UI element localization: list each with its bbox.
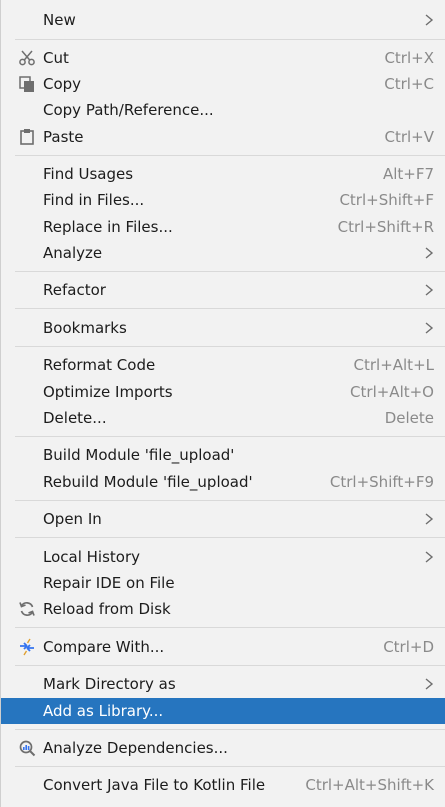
menu-separator [15, 308, 445, 309]
menu-item-label: Cut [43, 49, 69, 67]
chevron-right-icon [425, 284, 434, 296]
menu-item-build-module[interactable]: Build Module 'file_upload' [1, 442, 445, 468]
menu-item-label: Local History [43, 548, 141, 566]
menu-item-label: Open In [43, 510, 102, 528]
menu-item-mark-directory-as[interactable]: Mark Directory as [1, 671, 445, 697]
menu-item-label: Compare With... [43, 638, 165, 656]
menu-item-label: Add as Library... [43, 702, 164, 720]
menu-separator [15, 537, 445, 538]
menu-separator [15, 436, 445, 437]
menu-item-paste[interactable]: Paste Ctrl+V [1, 124, 445, 150]
menu-item-compare-with[interactable]: Compare With... Ctrl+D [1, 634, 445, 660]
menu-item-label: Copy [43, 75, 82, 93]
menu-item-shortcut: Ctrl+Shift+F [339, 191, 434, 209]
copy-icon [17, 74, 37, 94]
menu-item-label: Convert Java File to Kotlin File [43, 776, 266, 794]
menu-item-add-as-library[interactable]: Add as Library... [1, 698, 445, 724]
menu-separator [15, 500, 445, 501]
analyze-dependencies-icon [17, 738, 37, 758]
menu-separator [15, 39, 445, 40]
menu-separator [15, 346, 445, 347]
menu-item-label: Mark Directory as [43, 675, 176, 693]
chevron-right-icon [425, 551, 434, 563]
scissors-icon [17, 48, 37, 68]
menu-item-label: Copy Path/Reference... [43, 101, 214, 119]
menu-separator [15, 271, 445, 272]
menu-item-open-in[interactable]: Open In [1, 506, 445, 532]
menu-item-label: Bookmarks [43, 319, 127, 337]
menu-item-cut[interactable]: Cut Ctrl+X [1, 45, 445, 71]
menu-item-label: Refactor [43, 281, 106, 299]
menu-item-reload-from-disk[interactable]: Reload from Disk [1, 596, 445, 622]
paste-icon [17, 127, 37, 147]
menu-item-label: Analyze [43, 244, 103, 262]
menu-item-find-usages[interactable]: Find Usages Alt+F7 [1, 161, 445, 187]
menu-item-shortcut: Ctrl+C [384, 75, 434, 93]
compare-icon [17, 637, 37, 657]
menu-item-reformat-code[interactable]: Reformat Code Ctrl+Alt+L [1, 352, 445, 378]
menu-item-bookmarks[interactable]: Bookmarks [1, 315, 445, 341]
menu-item-shortcut: Ctrl+Alt+Shift+K [305, 776, 434, 794]
menu-item-shortcut: Ctrl+X [384, 49, 434, 67]
menu-item-shortcut: Ctrl+Alt+L [353, 356, 435, 374]
menu-item-label: Find Usages [43, 165, 134, 183]
menu-item-label: Analyze Dependencies... [43, 739, 228, 757]
menu-item-local-history[interactable]: Local History [1, 544, 445, 570]
menu-separator [15, 155, 445, 156]
menu-item-label: Replace in Files... [43, 218, 173, 236]
menu-item-delete[interactable]: Delete... Delete [1, 405, 445, 431]
menu-item-optimize-imports[interactable]: Optimize Imports Ctrl+Alt+O [1, 379, 445, 405]
menu-item-label: New [43, 11, 76, 29]
menu-item-shortcut: Ctrl+D [383, 638, 434, 656]
menu-item-new[interactable]: New [1, 7, 445, 33]
menu-item-label: Optimize Imports [43, 383, 173, 401]
menu-item-shortcut: Delete [384, 409, 434, 427]
chevron-right-icon [425, 322, 434, 334]
menu-item-rebuild-module[interactable]: Rebuild Module 'file_upload' Ctrl+Shift+… [1, 469, 445, 495]
menu-item-find-in-files[interactable]: Find in Files... Ctrl+Shift+F [1, 187, 445, 213]
menu-item-copy-path[interactable]: Copy Path/Reference... [1, 97, 445, 123]
menu-item-label: Repair IDE on File [43, 574, 175, 592]
menu-item-shortcut: Alt+F7 [382, 165, 434, 183]
menu-item-label: Find in Files... [43, 191, 145, 209]
menu-separator [15, 665, 445, 666]
menu-item-copy[interactable]: Copy Ctrl+C [1, 71, 445, 97]
menu-separator [15, 729, 445, 730]
menu-item-label: Paste [43, 128, 84, 146]
menu-item-label: Build Module 'file_upload' [43, 446, 235, 464]
menu-item-analyze-dependencies[interactable]: Analyze Dependencies... [1, 735, 445, 761]
menu-item-shortcut: Ctrl+Shift+R [337, 218, 434, 236]
chevron-right-icon [425, 14, 434, 26]
chevron-right-icon [425, 513, 434, 525]
menu-item-label: Reformat Code [43, 356, 156, 374]
menu-item-analyze[interactable]: Analyze [1, 240, 445, 266]
menu-item-label: Rebuild Module 'file_upload' [43, 473, 253, 491]
menu-separator [15, 766, 445, 767]
menu-item-shortcut: Ctrl+Alt+O [350, 383, 434, 401]
context-menu: New Cut Ctrl+X Copy Ctrl+C Copy Path/Ref… [0, 0, 445, 807]
menu-item-repair-ide[interactable]: Repair IDE on File [1, 570, 445, 596]
menu-item-shortcut: Ctrl+V [384, 128, 434, 146]
reload-icon [17, 599, 37, 619]
chevron-right-icon [425, 678, 434, 690]
menu-item-refactor[interactable]: Refactor [1, 277, 445, 303]
menu-item-label: Delete... [43, 409, 107, 427]
chevron-right-icon [425, 247, 434, 259]
menu-item-label: Reload from Disk [43, 600, 171, 618]
menu-item-convert-java-to-kotlin[interactable]: Convert Java File to Kotlin File Ctrl+Al… [1, 772, 445, 798]
menu-item-shortcut: Ctrl+Shift+F9 [329, 473, 434, 491]
menu-item-replace-in-files[interactable]: Replace in Files... Ctrl+Shift+R [1, 214, 445, 240]
menu-separator [15, 627, 445, 628]
